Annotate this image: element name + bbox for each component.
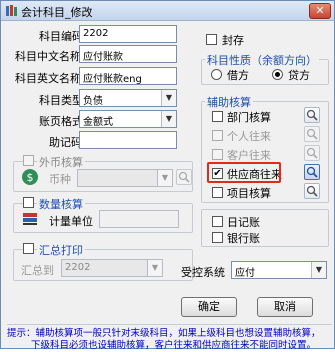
type-select[interactable]: 负债 ▼ [79,89,177,107]
credit-radio[interactable] [272,69,283,80]
dialog-window: 会计科目_修改 ✕ 科目编码 2202 科目中文名称 应付账款 科目英文名称 应… [0,0,335,352]
recon-label: 受控系统 [181,266,225,279]
mnemonic-field[interactable] [79,131,177,149]
credit-label: 贷方 [288,69,310,82]
hint-divider [7,324,332,325]
type-select-value: 负债 [83,96,103,107]
format-label: 账页格式 [39,115,83,128]
debit-radio[interactable] [211,69,222,80]
customer-label: 客户往来 [227,149,271,162]
search-icon [306,147,318,159]
cn-name-field[interactable]: 应付账款 [79,45,177,63]
format-select[interactable]: 金额式 ▼ [79,110,177,128]
foreign-currency-checkbox [23,155,34,166]
department-checkbox[interactable] [212,111,223,122]
project-search-button[interactable] [304,183,320,199]
title-bar: 会计科目_修改 ✕ [1,1,334,21]
mnemonic-label: 助记码 [49,136,82,149]
search-icon [178,171,190,183]
daily-journal-checkbox[interactable] [212,216,223,227]
books-icon [6,5,17,16]
search-icon [306,128,318,140]
summary-print-checkbox[interactable] [23,243,34,254]
customer-search-button [304,145,320,161]
currency-search-button [176,169,192,185]
search-icon [306,109,318,121]
close-button[interactable]: ✕ [309,3,331,19]
summary-print-title: 汇总打印 [37,242,85,258]
hint-line-1: 提示：辅助核算项一般只针对末级科目，如果上级科目也想设置辅助核算， [7,328,321,339]
personal-search-button [304,126,320,142]
cancel-button[interactable]: 取消 [257,297,313,317]
department-label: 部门核算 [227,111,271,124]
chevron-down-icon[interactable]: ▼ [161,111,176,127]
currency-label: 币种 [49,173,71,186]
search-icon [306,185,318,197]
chevron-down-icon[interactable]: ▼ [161,90,176,106]
type-label: 科目类型 [39,94,83,107]
recon-select[interactable]: 应付 ▼ [231,261,327,279]
sealed-checkbox[interactable] [206,34,217,45]
search-icon [306,166,318,178]
currency-icon: $ [22,169,38,185]
foreign-currency-title: 外币核算 [37,154,85,170]
format-select-value: 金额式 [83,117,113,128]
sealed-label: 封存 [222,34,244,47]
customer-checkbox [212,149,223,160]
hint-line-2: 下级科目必须也设辅助核算，客户往来和供应商往来不能同时设置。 [31,340,317,351]
unit-label: 计量单位 [49,215,93,228]
quantity-checkbox[interactable] [23,197,34,208]
personal-label: 个人往来 [227,130,271,143]
chevron-down-icon: ▼ [147,260,162,276]
project-checkbox[interactable] [212,187,223,198]
summary-to-select: 2202 ▼ [61,259,163,277]
supplier-search-button[interactable] [304,164,320,180]
project-label: 项目核算 [227,187,271,200]
window-title: 会计科目_修改 [21,6,93,19]
code-label: 科目编码 [39,30,83,43]
daily-journal-label: 日记账 [227,216,260,229]
svg-text:$: $ [27,171,34,184]
chevron-down-icon: ▼ [157,170,172,186]
summary-to-value: 2202 [65,262,91,273]
en-name-field[interactable]: 应付账款eng [79,67,177,85]
balance-direction-title: 科目性质（余额方向） [205,52,319,68]
en-name-label: 科目英文名称 [15,72,81,85]
department-search-button[interactable] [304,107,320,123]
unit-field [99,210,179,228]
summary-to-label: 汇总到 [21,264,54,277]
auxiliary-title: 辅助核算 [205,94,253,110]
highlight-box [207,162,281,183]
quantity-title: 数量核算 [37,196,85,212]
currency-select: ▼ [77,169,173,187]
debit-label: 借方 [227,69,249,82]
ok-button[interactable]: 确定 [181,297,237,317]
bank-journal-checkbox[interactable] [212,232,223,243]
scale-icon [23,213,37,225]
personal-checkbox [212,130,223,141]
hint-text: 提示：辅助核算项一般只针对末级科目，如果上级科目也想设置辅助核算， 下级科目必须… [7,324,332,352]
cn-name-label: 科目中文名称 [15,50,81,63]
chevron-down-icon[interactable]: ▼ [311,262,326,278]
recon-select-value: 应付 [235,268,255,279]
code-field[interactable]: 2202 [79,25,177,43]
bank-journal-label: 银行账 [227,232,260,245]
